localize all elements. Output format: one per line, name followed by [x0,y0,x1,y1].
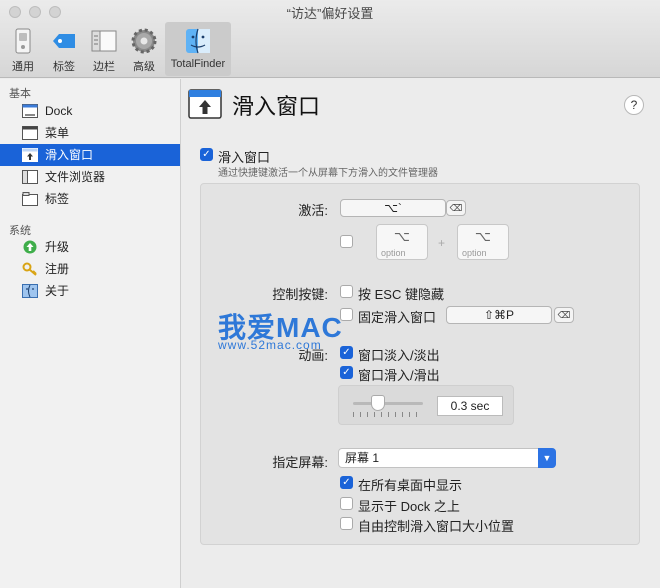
above-dock-checkbox[interactable] [340,497,353,510]
toolbar-totalfinder-button[interactable]: TotalFinder [165,22,231,76]
duration-control: 0.3 sec [338,385,514,425]
tag-icon [53,34,75,48]
sidebar-item-label: 滑入窗口 [45,148,94,162]
slide-label: 窗口滑入/滑出 [358,368,440,383]
watermark-url: www.52mac.com [218,338,322,352]
dock-icon [22,104,38,118]
gear-icon [131,28,157,54]
activation-label: 激活: [298,203,328,218]
toolbar-advanced-button[interactable]: 高级 [124,22,164,76]
sidebar-item-label: 菜单 [45,126,70,140]
activation-shortcut-field[interactable]: ⌥` [340,199,446,217]
sidebar-item-label: 文件浏览器 [45,170,106,184]
chevron-down-icon: ▼ [538,448,556,468]
general-switch-icon [15,28,31,54]
screen-select[interactable]: 屏幕 1 ▼ [338,448,556,468]
duration-slider-track[interactable] [353,402,423,405]
option-key-symbol: ⌥ [474,228,492,244]
sidebar-item-menu[interactable]: 菜单 [0,122,180,144]
esc-hide-checkbox[interactable] [340,285,353,298]
toolbar-sidebar-label: 边栏 [93,61,115,73]
preferences-window: “访达”偏好设置 通用 标签 边栏 高级 TotalFinder 基本 Dock… [0,0,660,588]
finder-icon [186,28,210,54]
help-button[interactable]: ? [624,95,644,115]
toolbar: “访达”偏好设置 通用 标签 边栏 高级 TotalFinder [0,0,660,78]
toolbar-tags-button[interactable]: 标签 [44,22,84,76]
toolbar-sidebar-button[interactable]: 边栏 [84,22,124,76]
file-browser-icon [22,170,38,184]
sidebar-item-file-browser[interactable]: 文件浏览器 [0,166,180,188]
fade-checkbox[interactable]: ✓ [340,346,353,359]
all-desktops-checkbox[interactable]: ✓ [340,476,353,489]
screen-label: 指定屏幕: [272,455,328,470]
sidebar-item-label: 标签 [45,192,70,206]
free-resize-label: 自由控制滑入窗口大小位置 [358,519,515,534]
sidebar-item-upgrade[interactable]: 升级 [0,236,180,258]
upgrade-icon [23,240,37,254]
option-key-symbol: ⌥ [393,228,411,244]
free-resize-checkbox[interactable] [340,517,353,530]
duration-slider-ticks [353,412,423,417]
option-key-name: option [462,248,487,258]
control-keys-label: 控制按键: [272,287,328,302]
sidebar-icon [91,30,117,52]
sidebar-item-label: 关于 [45,284,70,298]
pin-visor-label: 固定滑入窗口 [358,310,437,325]
sidebar-item-about[interactable]: 关于 [0,280,180,302]
visor-window-icon [22,148,38,162]
tabs-icon [22,192,38,206]
plus-sign: + [438,236,446,250]
page-title: 滑入窗口 [232,94,321,119]
option-key-name: option [381,248,406,258]
activation-clear-button[interactable]: ⌫ [446,200,466,216]
sidebar-item-label: 升级 [45,240,70,254]
duration-value-field[interactable]: 0.3 sec [437,396,503,416]
enable-visor-checkbox[interactable]: ✓ [200,148,213,161]
fade-label: 窗口淡入/淡出 [358,348,440,363]
pin-shortcut-field[interactable]: ⇧⌘P [446,306,552,324]
slide-checkbox[interactable]: ✓ [340,366,353,379]
modifier-key-left[interactable]: ⌥ option [376,224,428,260]
screen-select-value: 屏幕 1 [345,451,380,465]
key-icon [22,262,37,276]
esc-hide-label: 按 ESC 键隐藏 [358,287,444,302]
visor-window-icon [188,89,222,119]
pin-clear-button[interactable]: ⌫ [554,307,574,323]
toolbar-totalfinder-label: TotalFinder [170,58,226,70]
window-title: “访达”偏好设置 [286,6,374,21]
duration-slider-thumb[interactable] [370,395,385,411]
toolbar-tags-label: 标签 [53,61,75,73]
modifier-activation-checkbox[interactable] [340,235,353,248]
sidebar-item-dock[interactable]: Dock [0,100,180,122]
sidebar-item-visor[interactable]: 滑入窗口 [0,144,180,166]
toolbar-general-button[interactable]: 通用 [4,22,42,76]
toolbar-general-label: 通用 [12,61,34,73]
sidebar-item-tabs[interactable]: 标签 [0,188,180,210]
about-icon [22,284,38,298]
sidebar-item-label: 注册 [45,262,70,276]
sidebar-item-label: Dock [45,104,73,118]
sidebar: 基本 Dock 菜单 滑入窗口 文件浏览器 标签 系统 升级 注册 关于 [0,79,181,588]
sidebar-item-register[interactable]: 注册 [0,258,180,280]
all-desktops-label: 在所有桌面中显示 [358,478,463,493]
enable-visor-description: 通过快捷键激活一个从屏幕下方滑入的文件管理器 [218,168,438,179]
modifier-key-right[interactable]: ⌥ option [457,224,509,260]
sidebar-section-basic: 基本 [9,88,31,100]
toolbar-advanced-label: 高级 [133,61,155,73]
menu-icon [22,126,38,140]
above-dock-label: 显示于 Dock 之上 [358,499,460,514]
